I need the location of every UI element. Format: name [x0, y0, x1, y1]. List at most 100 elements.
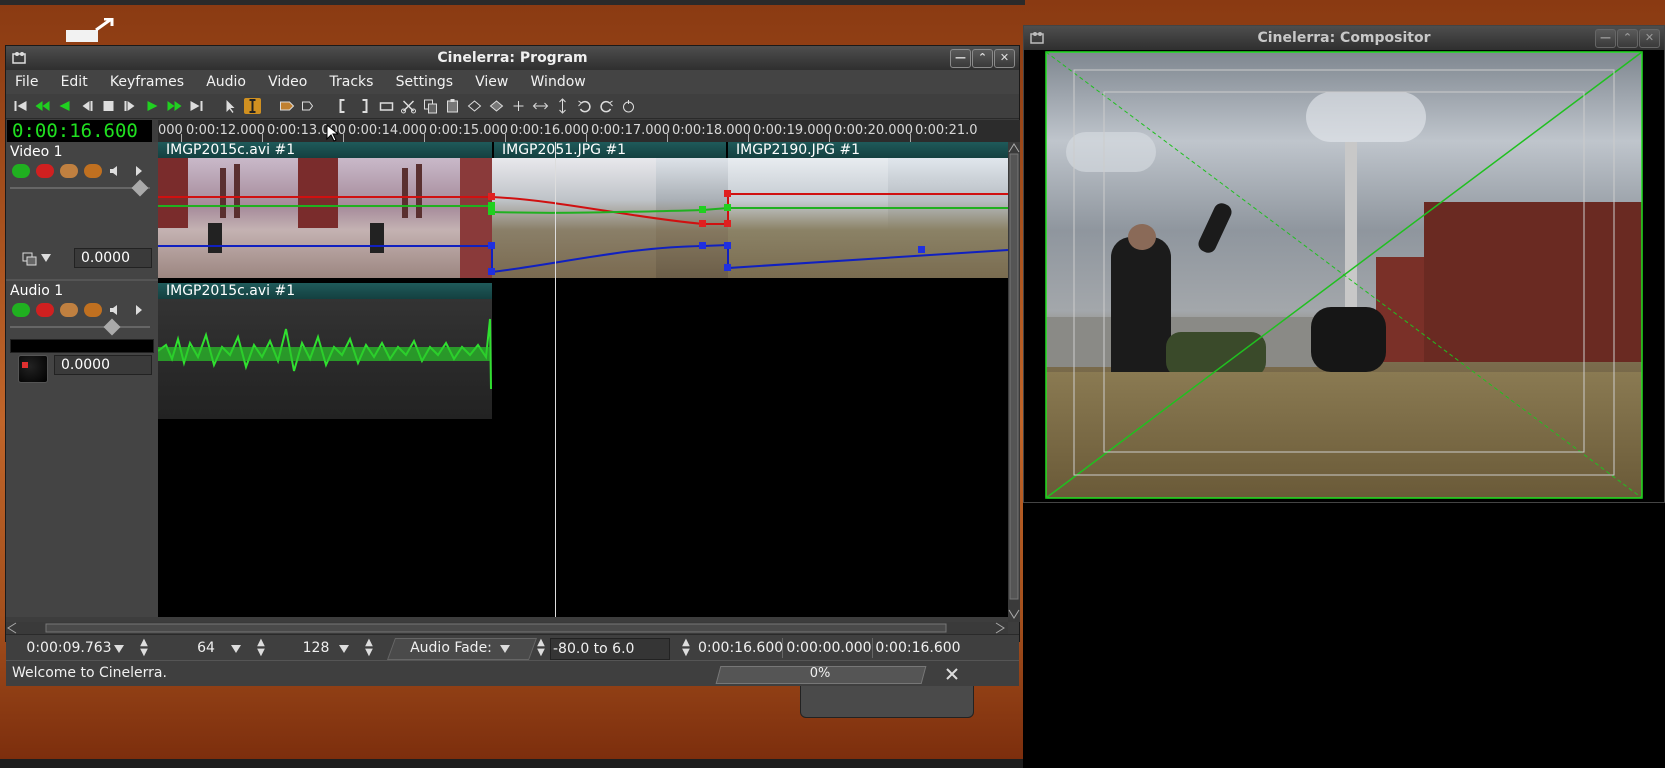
play-icon[interactable]: [144, 98, 161, 114]
play-track-toggle[interactable]: [12, 164, 30, 178]
menu-keyframes[interactable]: Keyframes: [101, 70, 193, 94]
ruler-tick: [910, 134, 911, 142]
goto-label-icon[interactable]: [300, 98, 317, 114]
desktop-bottom-panel: [0, 759, 1025, 768]
copy-icon[interactable]: [422, 98, 439, 114]
amp-zoom-value[interactable]: 64: [176, 638, 236, 658]
automation-type-label[interactable]: Audio Fade:: [406, 638, 496, 658]
playhead-cursor[interactable]: [555, 142, 556, 617]
cut-icon[interactable]: [400, 98, 417, 114]
mute-speaker-icon[interactable]: [108, 303, 122, 317]
maximize-button[interactable]: ⌃: [972, 49, 993, 68]
pointer-hand-icon[interactable]: [620, 98, 637, 114]
sample-zoom-spinner[interactable]: ▲ ▼: [139, 638, 149, 658]
paste-keyframes-icon[interactable]: [488, 98, 505, 114]
vertical-scrollbar[interactable]: [1008, 142, 1020, 622]
selection-length-box[interactable]: 0:00:00.000: [786, 638, 873, 658]
ruler-tick-label: 0:00:19.000: [753, 123, 833, 138]
automation-range-spinner[interactable]: ▲ ▼: [681, 638, 691, 658]
copy-keyframes-icon[interactable]: [466, 98, 483, 114]
ibeam-mode-icon[interactable]: [244, 98, 261, 114]
frame-forward-icon[interactable]: [122, 98, 139, 114]
arm-track-toggle[interactable]: [36, 164, 54, 178]
out-point-icon[interactable]: [356, 98, 373, 114]
fit-autos-icon[interactable]: [554, 98, 571, 114]
menu-view[interactable]: View: [466, 70, 517, 94]
dropdown-arrow-icon[interactable]: [500, 645, 510, 653]
rewind-to-start-icon[interactable]: [12, 98, 29, 114]
minimize-button[interactable]: —: [950, 49, 971, 68]
video-track-name[interactable]: Video 1: [10, 144, 63, 160]
draw-toggle[interactable]: [84, 164, 102, 178]
undo-icon[interactable]: [576, 98, 593, 114]
redo-icon[interactable]: [598, 98, 615, 114]
mute-speaker-icon[interactable]: [108, 164, 122, 178]
menu-video[interactable]: Video: [259, 70, 316, 94]
close-button[interactable]: ✕: [1639, 29, 1660, 48]
fast-reverse-icon[interactable]: [34, 98, 51, 114]
play-track-toggle[interactable]: [12, 303, 30, 317]
audio-fade-knob[interactable]: [103, 318, 121, 336]
timeline-ruler[interactable]: 000 0:00:12.000 0:00:13.000 0:00:14.000 …: [158, 120, 1020, 143]
menu-audio[interactable]: Audio: [197, 70, 255, 94]
fit-selection-icon[interactable]: [532, 98, 549, 114]
gang-toggle[interactable]: [60, 164, 78, 178]
menu-edit[interactable]: Edit: [52, 70, 97, 94]
amp-zoom-spinner[interactable]: ▲ ▼: [256, 638, 266, 658]
expand-arrow-icon[interactable]: [134, 165, 144, 177]
toggle-loop-icon[interactable]: [378, 98, 395, 114]
compositor-titlebar[interactable]: Cinelerra: Compositor — ⌃ ✕: [1024, 26, 1664, 50]
menu-tracks[interactable]: Tracks: [321, 70, 383, 94]
sample-zoom-value[interactable]: 0:00:09.763: [24, 638, 114, 658]
frame-reverse-icon[interactable]: [78, 98, 95, 114]
arrow-mode-icon[interactable]: [222, 98, 239, 114]
pan-control[interactable]: [18, 355, 48, 383]
cancel-progress-icon[interactable]: [945, 667, 959, 681]
automation-curves[interactable]: [158, 142, 1008, 282]
expand-arrow-icon[interactable]: [134, 304, 144, 316]
track-zoom-value[interactable]: 128: [286, 638, 346, 658]
automation-range-spinner[interactable]: ▲ ▼: [536, 638, 546, 658]
audio-fade-value[interactable]: 0.0000: [54, 355, 152, 375]
menu-settings[interactable]: Settings: [387, 70, 462, 94]
selection-end-box[interactable]: 0:00:16.600: [874, 638, 962, 658]
horizontal-scrollbar[interactable]: [6, 622, 1008, 634]
in-point-icon[interactable]: [334, 98, 351, 114]
video-fade-value[interactable]: 0.0000: [74, 248, 152, 268]
clear-keyframes-icon[interactable]: [510, 98, 527, 114]
audio-fade-slider[interactable]: [10, 326, 150, 328]
stop-icon[interactable]: [100, 98, 117, 114]
selection-start-box[interactable]: 0:00:16.600: [698, 638, 783, 658]
audio-clip[interactable]: [158, 299, 492, 419]
dropdown-arrow-icon[interactable]: [41, 254, 51, 262]
audio-track-name[interactable]: Audio 1: [10, 283, 63, 299]
jump-to-end-icon[interactable]: [188, 98, 205, 114]
menu-file[interactable]: File: [6, 70, 47, 94]
toggle-label-icon[interactable]: [278, 98, 295, 114]
desktop-folder-icon[interactable]: [66, 17, 114, 44]
timeline-canvas[interactable]: IMGP2015c.avi #1 IMGP2051.JPG #1 IMGP219…: [158, 142, 1008, 617]
arm-track-toggle[interactable]: [36, 303, 54, 317]
automation-range-box[interactable]: -80.0 to 6.0: [550, 638, 670, 660]
track-zoom-spinner[interactable]: ▲ ▼: [364, 638, 374, 658]
program-titlebar[interactable]: Cinelerra: Program — ⌃ ✕: [6, 46, 1019, 70]
minimize-button[interactable]: —: [1595, 29, 1616, 48]
maximize-button[interactable]: ⌃: [1617, 29, 1638, 48]
selection-length-value: 0:00:00.000: [786, 640, 872, 656]
dropdown-arrow-icon[interactable]: [114, 645, 124, 653]
close-button[interactable]: ✕: [994, 49, 1015, 68]
dropdown-arrow-icon[interactable]: [339, 645, 349, 653]
overlay-mode-icon[interactable]: [22, 252, 38, 266]
dropdown-arrow-icon[interactable]: [231, 645, 241, 653]
zoom-bar: 0:00:09.763 ▲ ▼ 64 ▲ ▼ 128 ▲ ▼ Audio Fade: …: [6, 634, 1019, 661]
ruler-tick: [748, 134, 749, 142]
draw-toggle[interactable]: [84, 303, 102, 317]
fast-forward-icon[interactable]: [166, 98, 183, 114]
reverse-play-icon[interactable]: [56, 98, 73, 114]
menu-window[interactable]: Window: [522, 70, 595, 94]
clip-title[interactable]: IMGP2015c.avi #1: [158, 283, 492, 299]
video-fade-slider[interactable]: [10, 187, 150, 189]
paste-icon[interactable]: [444, 98, 461, 114]
video-fade-knob[interactable]: [131, 179, 149, 197]
gang-toggle[interactable]: [60, 303, 78, 317]
